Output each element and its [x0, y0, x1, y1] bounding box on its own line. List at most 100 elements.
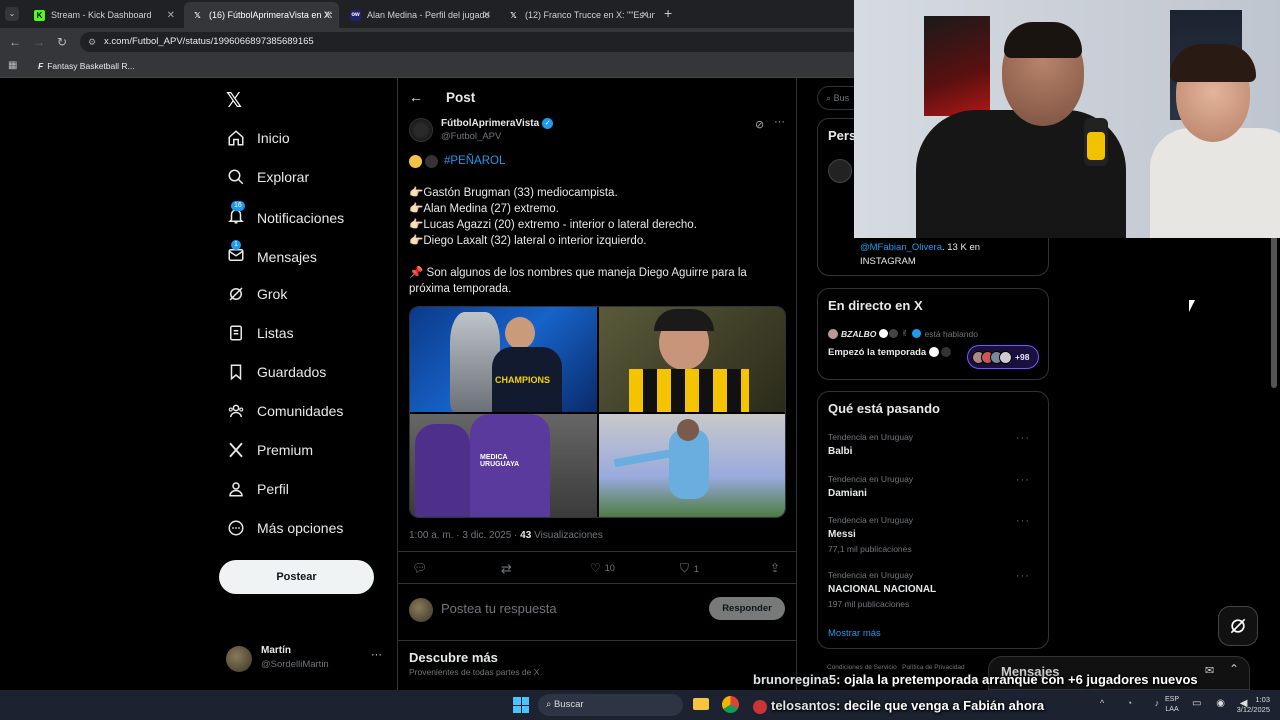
- back-arrow-icon[interactable]: ←: [409, 89, 423, 105]
- x-logo-icon[interactable]: 𝕏: [226, 88, 242, 113]
- back-icon[interactable]: ←: [9, 35, 21, 49]
- more-icon: ···: [1016, 474, 1030, 486]
- apps-icon[interactable]: ▦: [8, 60, 17, 71]
- author-name[interactable]: FútbolAprimeraVista ✓: [441, 118, 554, 129]
- reload-icon[interactable]: ↻: [57, 35, 67, 49]
- card-title: Qué está pasando: [828, 401, 940, 416]
- photo-brugman[interactable]: CHAMPIONS: [410, 307, 597, 412]
- language-indicator[interactable]: ESP LAA: [1165, 695, 1179, 715]
- taskbar-search[interactable]: ⌕ Buscar: [538, 694, 683, 716]
- bio-line: @MFabian_Olivera. 13 K en: [860, 242, 981, 253]
- author-avatar[interactable]: [409, 118, 433, 142]
- nav-profile[interactable]: Perfil: [227, 480, 289, 498]
- person-right-body: [1150, 128, 1280, 238]
- photo-medina[interactable]: [599, 307, 785, 412]
- black-circle-icon: [425, 154, 438, 168]
- nav-home[interactable]: Inicio: [227, 129, 290, 147]
- browser-icon[interactable]: [722, 696, 739, 713]
- tray-icons[interactable]: ^ ◔ ♪: [1100, 698, 1169, 708]
- new-tab-icon[interactable]: +: [664, 5, 672, 21]
- card-title: Pers: [828, 128, 857, 143]
- account-handle: @SordelliMartin: [261, 659, 329, 670]
- start-button[interactable]: [513, 697, 529, 713]
- nav-bookmarks[interactable]: Guardados: [227, 363, 326, 381]
- card-title: En directo en X: [828, 298, 923, 313]
- nav-more-options[interactable]: Más opciones: [227, 519, 343, 537]
- nav-communities[interactable]: Comunidades: [227, 402, 343, 420]
- show-more-link[interactable]: Mostrar más: [828, 628, 881, 639]
- post-body: #PEÑAROL 👉🏻Gastón Brugman (33) mediocamp…: [409, 153, 747, 295]
- photo-agazzi[interactable]: MEDICA URUGUAYA: [410, 414, 597, 517]
- live-host[interactable]: BZALBO ✌ está hablando: [828, 328, 978, 339]
- reply-button[interactable]: Responder: [709, 597, 785, 620]
- reply-icon: 💬︎: [412, 561, 428, 575]
- post-column: ← Post FútbolAprimeraVista ✓ @Futbol_APV…: [397, 78, 797, 690]
- pushpin-icon: 📌: [409, 267, 424, 279]
- author-handle: @Futbol_APV: [441, 131, 502, 142]
- tab-franco-trucce[interactable]: 𝕏 (12) Franco Trucce en X: ""Es un ✕: [500, 2, 655, 28]
- close-icon[interactable]: ✕: [483, 10, 491, 21]
- close-icon[interactable]: ✕: [167, 10, 175, 21]
- kick-icon: K: [34, 9, 45, 21]
- bookmark-icon: [230, 364, 242, 381]
- repost-action[interactable]: ⇄: [501, 561, 512, 577]
- live-room-title[interactable]: Empezó la temporada: [828, 346, 958, 360]
- search-icon: ⌕: [546, 699, 552, 710]
- photo-laxalt[interactable]: [599, 414, 785, 517]
- x-logo-icon: 𝕏: [510, 10, 517, 20]
- tab-kick[interactable]: K Stream - Kick Dashboard ✕: [26, 2, 181, 28]
- more-icon[interactable]: ···: [371, 649, 382, 661]
- discover-subtitle: Provenientes de todas partes de X: [409, 667, 540, 677]
- chat-message: telosantos: decile que venga a Fabián ah…: [753, 698, 1044, 714]
- new-message-icon[interactable]: ✉: [1205, 664, 1214, 677]
- site-icon: ow: [350, 9, 361, 21]
- reply-input[interactable]: Postea tu respuesta: [441, 601, 691, 616]
- share-action[interactable]: ⇪: [770, 561, 780, 575]
- hashtag-link[interactable]: #PEÑAROL: [444, 153, 505, 169]
- nav-grok[interactable]: Grok: [227, 285, 287, 303]
- more-circle-icon: [228, 520, 244, 536]
- close-icon[interactable]: ✕: [641, 10, 649, 21]
- like-action[interactable]: ♡ 10: [590, 561, 615, 575]
- nav-premium[interactable]: Premium: [227, 441, 313, 459]
- close-icon[interactable]: ✕: [325, 10, 333, 21]
- nav-explore[interactable]: Explorar: [227, 168, 309, 186]
- avatar[interactable]: [828, 159, 852, 183]
- search-icon: [228, 169, 244, 185]
- grok-float-button[interactable]: [1218, 606, 1258, 646]
- search-icon: ⌕: [826, 93, 832, 103]
- trend-item[interactable]: Tendencia en Uruguay Damiani ···: [828, 474, 1040, 499]
- forward-icon[interactable]: →: [33, 35, 45, 49]
- post-media-grid[interactable]: CHAMPIONS MEDICA URUGUAYA: [409, 306, 786, 518]
- tab-x-post[interactable]: 𝕏 (16) FútbolAprimeraVista en X: ✕: [184, 2, 339, 28]
- trend-item[interactable]: Tendencia en Uruguay Balbi ···: [828, 432, 1040, 457]
- file-explorer-icon[interactable]: [693, 698, 709, 710]
- x-logo-icon: [229, 442, 243, 458]
- site-info-icon[interactable]: ⚙: [88, 32, 96, 52]
- photo-shirt-text: CHAMPIONS: [495, 375, 551, 385]
- account-switcher[interactable]: Martín @SordelliMartin ···: [226, 645, 386, 675]
- messages-count-badge: 1: [231, 240, 241, 250]
- live-listeners[interactable]: +98: [967, 345, 1039, 369]
- bookmark-item[interactable]: F Fantasy Basketball R...: [38, 61, 135, 71]
- reply-action[interactable]: 💬︎: [412, 561, 427, 575]
- bookmark-action[interactable]: ⛉ 1: [680, 561, 699, 576]
- grok-icon[interactable]: ⊘: [755, 118, 764, 131]
- nav-messages[interactable]: 1 Mensajes: [227, 240, 317, 267]
- more-icon: ···: [1016, 515, 1030, 527]
- chevron-up-icon[interactable]: ⌃: [1229, 662, 1239, 676]
- nav-lists[interactable]: Listas: [227, 324, 294, 342]
- trend-item[interactable]: Tendencia en Uruguay NACIONAL NACIONAL 197…: [828, 570, 1040, 609]
- more-icon[interactable]: ···: [774, 116, 785, 128]
- yellow-circle-icon: [409, 154, 422, 168]
- trend-item[interactable]: Tendencia en Uruguay Messi 77,1 mil public…: [828, 515, 1040, 554]
- footer-links[interactable]: Condiciones de Servicio Política de Priv…: [827, 664, 965, 671]
- post-button[interactable]: Postear: [219, 560, 374, 594]
- url-bar[interactable]: ⚙ x.com/Futbol_APV/status/19960668973856…: [80, 32, 870, 52]
- grok-icon: [229, 287, 243, 301]
- tab-search-icon[interactable]: ⌄: [5, 7, 19, 21]
- tab-alan-medina[interactable]: ow Alan Medina - Perfil del jugado ✕: [342, 2, 497, 28]
- trends-card: Qué está pasando Tendencia en Uruguay Bal…: [817, 391, 1049, 649]
- nav-notifications[interactable]: 16 Notificaciones: [227, 201, 344, 228]
- clock[interactable]: 1:03 3/12/2025: [1226, 695, 1270, 715]
